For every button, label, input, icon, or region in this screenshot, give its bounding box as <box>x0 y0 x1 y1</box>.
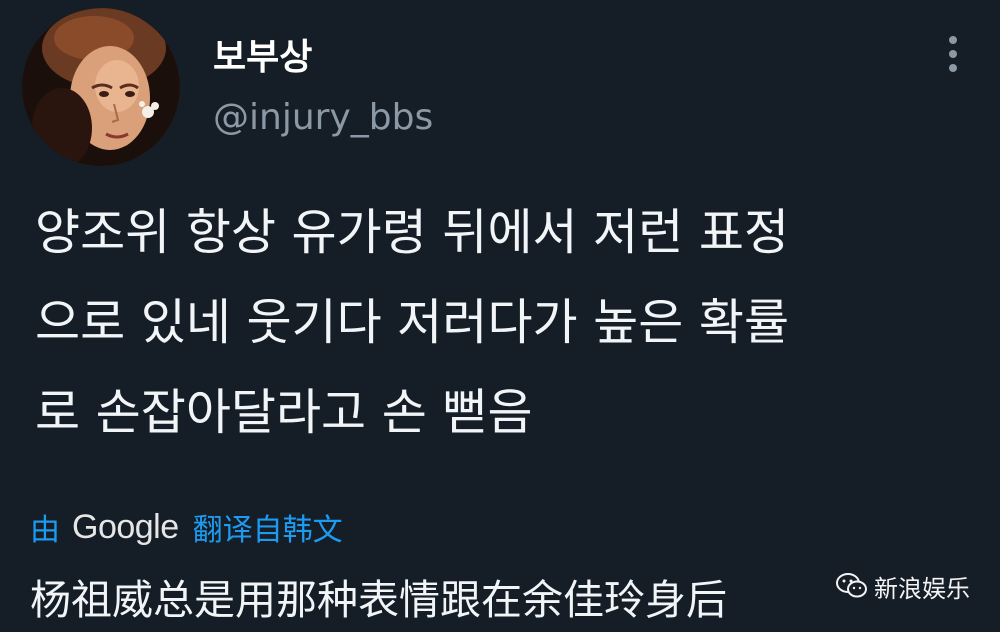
more-vertical-icon <box>949 36 957 72</box>
tweet-card: 보부상 @injury_bbs 양조위 항상 유가령 뒤에서 저런 표정 으로 … <box>0 0 1000 632</box>
more-options-button[interactable] <box>938 32 968 76</box>
translation-attribution: 由 Google 翻译自韩文 <box>30 505 343 549</box>
translated-from-link[interactable]: 翻译自韩文 <box>193 505 343 549</box>
avatar[interactable] <box>22 8 180 166</box>
translated-text: 杨祖威总是用那种表情跟在余佳玲身后 <box>30 576 727 624</box>
google-logo: Google <box>72 507 179 546</box>
tweet-text-line: 양조위 항상 유가령 뒤에서 저런 표정 <box>35 204 790 261</box>
translated-by-label: 由 <box>30 513 60 548</box>
tweet-text-line: 으로 있네 웃기다 저러다가 높은 확률 <box>35 294 790 351</box>
author-display-name[interactable]: 보부상 <box>213 28 312 80</box>
avatar-portrait-icon <box>22 8 180 166</box>
tweet-text-line: 로 손잡아달라고 손 뻗음 <box>35 384 533 441</box>
author-handle[interactable]: @injury_bbs <box>213 97 433 138</box>
watermark-label: 新浪娱乐 <box>874 574 970 603</box>
watermark: 新浪娱乐 <box>836 566 970 606</box>
wechat-icon <box>836 573 867 598</box>
tweet-body: 양조위 항상 유가령 뒤에서 저런 표정 으로 있네 웃기다 저러다가 높은 확… <box>35 188 975 458</box>
